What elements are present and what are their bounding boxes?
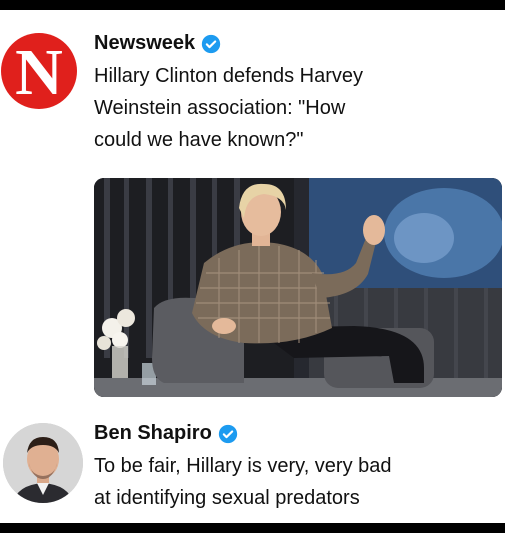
display-name[interactable]: Ben Shapiro <box>94 422 212 445</box>
tweet-header: Ben Shapiro <box>94 422 238 445</box>
verified-badge-icon <box>218 424 237 443</box>
tweet-ben-shapiro[interactable]: Ben Shapiro To be fair, Hillary is very,… <box>0 400 505 523</box>
tweet-photo[interactable] <box>94 178 502 397</box>
display-name[interactable]: Newsweek <box>94 32 195 55</box>
tweet-newsweek[interactable]: N Newsweek Hillary Clinton defends Harve… <box>0 10 505 400</box>
ben-shapiro-avatar[interactable] <box>3 423 83 503</box>
newsweek-logo: N <box>15 36 63 109</box>
photo-illustration <box>94 178 502 397</box>
avatar-portrait <box>3 423 83 503</box>
tweet-header: Newsweek <box>94 32 221 55</box>
verified-badge-icon <box>202 34 221 53</box>
tweet-text: Hillary Clinton defends Harvey Weinstein… <box>94 65 364 151</box>
screenshot-frame: N Newsweek Hillary Clinton defends Harve… <box>0 10 505 523</box>
newsweek-avatar[interactable]: N <box>1 33 77 109</box>
tweet-text: To be fair, Hillary is very, very bad at… <box>94 455 392 509</box>
